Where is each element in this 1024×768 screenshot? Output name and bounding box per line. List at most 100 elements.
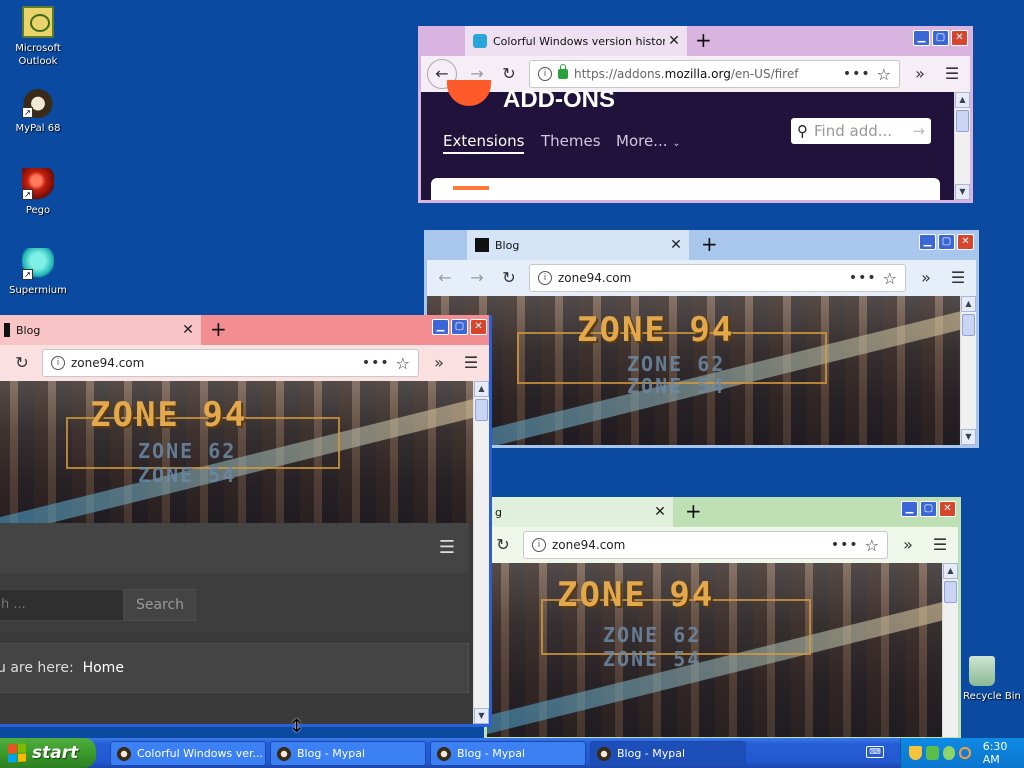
close-tab-icon[interactable]: ✕	[665, 33, 683, 49]
reload-button[interactable]: ↻	[497, 266, 521, 290]
forward-button[interactable]: →	[465, 266, 489, 290]
overflow-chevron-icon[interactable]: »	[427, 351, 451, 375]
back-button[interactable]: ←	[433, 266, 457, 290]
overflow-chevron-icon[interactable]: »	[914, 266, 938, 290]
breadcrumb-home-link[interactable]: Home	[83, 660, 124, 676]
title-bar[interactable]: Blog ✕ + ▁ ▢ ✕	[0, 315, 489, 345]
close-button[interactable]: ✕	[470, 319, 487, 335]
tab-blog[interactable]: Blog ✕	[467, 230, 689, 260]
menu-icon[interactable]: ☰	[940, 62, 964, 86]
new-tab-button[interactable]: +	[701, 234, 718, 254]
scroll-up-arrow[interactable]: ▲	[961, 296, 976, 312]
hamburger-menu-icon[interactable]: ☰	[439, 537, 455, 558]
taskbar-button-blog[interactable]: Blog - Mypal	[270, 741, 426, 766]
site-search-input[interactable]: h ...	[0, 589, 124, 621]
scroll-thumb[interactable]	[962, 314, 975, 336]
reload-button[interactable]: ↻	[497, 62, 521, 86]
tab-blog[interactable]: g ✕	[487, 497, 673, 527]
minimize-button[interactable]: ▁	[901, 501, 918, 517]
desktop-icon-mypal[interactable]: ↗ MyPal 68	[0, 86, 76, 135]
maximize-button[interactable]: ▢	[451, 319, 468, 335]
scroll-thumb[interactable]	[944, 581, 957, 603]
scroll-thumb[interactable]	[956, 110, 969, 132]
search-icon[interactable]	[959, 747, 971, 759]
security-shield-icon[interactable]	[909, 746, 922, 760]
scroll-up-arrow[interactable]: ▲	[474, 381, 489, 397]
reload-button[interactable]: ↻	[10, 351, 34, 375]
url-bar[interactable]: i https://addons.mozilla.org/en-US/firef…	[529, 60, 900, 88]
tab-addons[interactable]: Colorful Windows version history ✕	[465, 26, 687, 56]
keyboard-icon[interactable]: ⌨	[866, 746, 884, 758]
desktop-icon-supermium[interactable]: ↗ Supermium	[0, 248, 76, 297]
blog-favicon-icon	[475, 238, 489, 252]
page-actions-icon[interactable]: •••	[843, 66, 871, 82]
menu-icon[interactable]: ☰	[928, 533, 952, 557]
desktop-icon-pego[interactable]: ↗ Pego	[0, 168, 76, 217]
title-bar[interactable]: Blog ✕ + ▁ ▢ ✕	[427, 230, 976, 260]
bookmark-star-icon[interactable]: ☆	[877, 65, 891, 84]
bookmark-star-icon[interactable]: ☆	[396, 354, 410, 373]
bookmark-star-icon[interactable]: ☆	[865, 536, 879, 555]
close-tab-icon[interactable]: ✕	[667, 237, 685, 253]
taskbar-button-blog[interactable]: Blog - Mypal	[430, 741, 586, 766]
vertical-scrollbar[interactable]: ▲	[942, 563, 958, 737]
minimize-button[interactable]: ▁	[919, 234, 936, 250]
close-button[interactable]: ✕	[951, 30, 968, 46]
vertical-scrollbar[interactable]: ▲ ▼	[960, 296, 976, 445]
bookmark-star-icon[interactable]: ☆	[883, 269, 897, 288]
info-icon[interactable]: i	[538, 67, 552, 81]
close-button[interactable]: ✕	[957, 234, 974, 250]
start-button[interactable]: start	[0, 738, 96, 768]
url-bar[interactable]: i zone94.com ••• ☆	[42, 349, 419, 377]
scroll-up-arrow[interactable]: ▲	[955, 92, 970, 108]
maximize-button[interactable]: ▢	[938, 234, 955, 250]
scroll-down-arrow[interactable]: ▼	[955, 184, 970, 200]
nav-extensions[interactable]: Extensions	[443, 132, 525, 154]
overflow-chevron-icon[interactable]: »	[908, 62, 932, 86]
site-banner-image: ZONE 94 ZONE 62 ZONE 54	[0, 381, 473, 523]
taskbar-button-blog-active[interactable]: Blog - Mypal	[590, 741, 746, 766]
close-button[interactable]: ✕	[939, 501, 956, 517]
close-tab-icon[interactable]: ✕	[651, 504, 669, 520]
addons-search-input[interactable]: ⚲ Find add... →	[791, 118, 931, 144]
menu-icon[interactable]: ☰	[459, 351, 483, 375]
title-bar[interactable]: Colorful Windows version history ✕ + ▁ ▢…	[421, 26, 970, 56]
new-tab-button[interactable]: +	[685, 501, 702, 521]
title-bar[interactable]: g ✕ + ▁ ▢ ✕	[487, 497, 958, 527]
page-actions-icon[interactable]: •••	[362, 355, 390, 371]
maximize-button[interactable]: ▢	[920, 501, 937, 517]
clock: 6:30 AM	[982, 740, 1008, 766]
info-icon[interactable]: i	[532, 538, 546, 552]
vertical-scrollbar[interactable]: ▲ ▼	[473, 381, 489, 724]
url-bar[interactable]: i zone94.com ••• ☆	[523, 531, 888, 559]
network-icon[interactable]	[925, 746, 939, 760]
new-tab-button[interactable]: +	[695, 30, 712, 50]
url-bar[interactable]: i zone94.com ••• ☆	[529, 264, 906, 292]
info-icon[interactable]: i	[538, 271, 552, 285]
scroll-thumb[interactable]	[475, 399, 488, 421]
scroll-down-arrow[interactable]: ▼	[961, 429, 976, 445]
scroll-down-arrow[interactable]: ▼	[474, 708, 489, 724]
reload-button[interactable]: ↻	[491, 533, 515, 557]
maximize-button[interactable]: ▢	[932, 30, 949, 46]
scroll-up-arrow[interactable]: ▲	[943, 563, 958, 579]
menu-icon[interactable]: ☰	[946, 266, 970, 290]
refresh-icon[interactable]	[942, 746, 956, 760]
nav-more-label: More...	[616, 132, 668, 150]
tab-blog[interactable]: Blog ✕	[0, 315, 201, 345]
minimize-button[interactable]: ▁	[432, 319, 449, 335]
info-icon[interactable]: i	[51, 356, 65, 370]
minimize-button[interactable]: ▁	[913, 30, 930, 46]
banner-subtitle-2: ZONE 54	[603, 647, 702, 671]
page-actions-icon[interactable]: •••	[831, 537, 859, 553]
nav-more[interactable]: More... ⌄	[616, 132, 681, 150]
vertical-scrollbar[interactable]: ▲ ▼	[954, 92, 970, 200]
desktop-icon-outlook[interactable]: Microsoft Outlook	[0, 6, 76, 68]
new-tab-button[interactable]: +	[210, 319, 227, 339]
page-actions-icon[interactable]: •••	[849, 270, 877, 286]
close-tab-icon[interactable]: ✕	[179, 322, 197, 338]
nav-themes[interactable]: Themes	[541, 132, 601, 150]
site-search-button[interactable]: Search	[124, 589, 196, 621]
overflow-chevron-icon[interactable]: »	[896, 533, 920, 557]
taskbar-button-addons[interactable]: Colorful Windows ver...	[110, 741, 266, 766]
